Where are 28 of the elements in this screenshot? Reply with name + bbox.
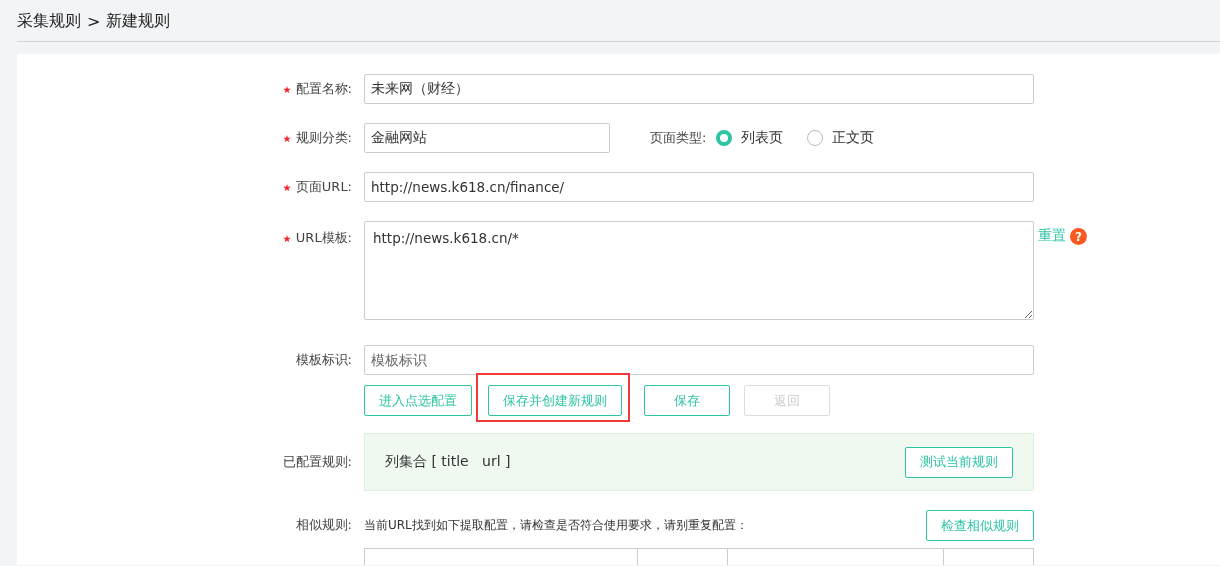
breadcrumb-current: 新建规则 [106, 10, 171, 32]
help-icon[interactable]: ? [1070, 228, 1087, 245]
text-area[interactable]: http://news.k618.cn/* [364, 221, 1034, 320]
hint-text: 当前URL找到如下提取配置，请检查是否符合使用要求，请别重复配置： [364, 517, 748, 534]
field-label: 页面类型: [650, 129, 707, 147]
reset-link[interactable]: 重置 [1038, 227, 1066, 245]
button[interactable]: 保存 [644, 385, 730, 416]
input-field[interactable]: 模板标识 [364, 345, 1034, 375]
input-field[interactable]: 金融网站 [364, 123, 610, 153]
breadcrumb-separator: > [87, 11, 101, 31]
field-label: 已配置规则: [282, 453, 352, 471]
rule-text: 列集合 [ title url ] [385, 453, 511, 471]
button[interactable]: 进入点选配置 [364, 385, 472, 416]
button[interactable]: 检查相似规则 [926, 510, 1034, 541]
field-label: 规则分类: [295, 129, 352, 147]
button[interactable]: 保存并创建新规则 [488, 385, 622, 416]
field-label: 配置名称: [295, 80, 352, 98]
field-label: URL模板: [295, 229, 352, 247]
button[interactable]: 测试当前规则 [905, 446, 1013, 478]
radio-button[interactable] [716, 130, 733, 146]
field-label: 页面URL: [295, 178, 352, 196]
input-field[interactable]: http://news.k618.cn/finance/ [364, 172, 1034, 202]
breadcrumb-link[interactable]: 采集规则 [17, 10, 81, 32]
field-label: 模板标识: [295, 351, 352, 369]
radio-label: 列表页 [741, 129, 784, 147]
radio-label: 正文页 [832, 129, 875, 147]
field-label: 相似规则: [295, 516, 352, 534]
input-field[interactable]: 未来网（财经） [364, 74, 1034, 104]
